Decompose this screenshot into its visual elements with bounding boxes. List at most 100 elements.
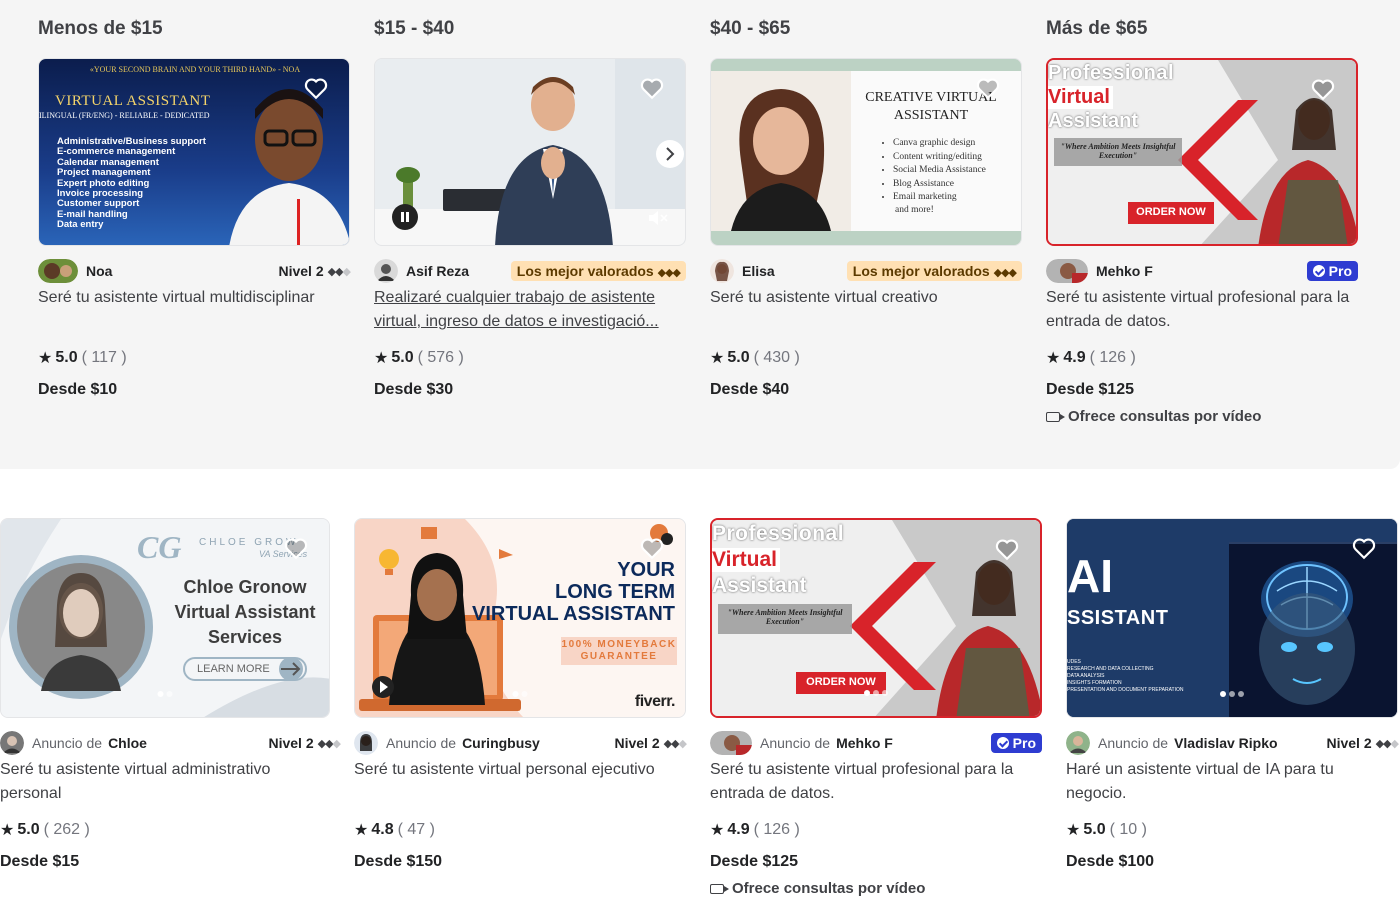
avatar[interactable] (38, 259, 78, 283)
thumb-line3: Assistant (712, 574, 807, 597)
heart-icon[interactable] (303, 75, 329, 101)
seller-row: Mehko F Pro (1046, 258, 1358, 284)
gig-thumbnail[interactable]: Professional Virtual Assistant "Where Am… (710, 518, 1042, 718)
gig-thumbnail[interactable]: AI SSISTANT UDES RESEARCH AND DATA COLLE… (1066, 518, 1398, 718)
carousel-dots[interactable] (1220, 691, 1244, 697)
gig-price[interactable]: Desde $30 (374, 378, 686, 402)
carousel-dots[interactable] (512, 691, 528, 697)
heart-icon[interactable] (639, 535, 665, 561)
gig-thumbnail[interactable]: Professional Virtual Assistant "Where Am… (1046, 58, 1358, 246)
gig-price[interactable]: Desde $125 (710, 850, 1042, 874)
seller-row: Anuncio de Mehko F Pro (710, 730, 1042, 756)
gig-title[interactable]: Haré un asistente virtual de IA para tu … (1066, 758, 1398, 806)
heart-icon[interactable] (639, 75, 665, 101)
seller-name[interactable]: Asif Reza (406, 263, 469, 279)
pause-icon[interactable] (391, 203, 419, 231)
avatar[interactable] (1046, 259, 1088, 283)
thumb-line1: Professional (712, 522, 845, 545)
next-arrow-icon[interactable] (655, 139, 685, 169)
gig-title[interactable]: Seré tu asistente virtual administrativo… (0, 758, 330, 806)
gig-price[interactable]: Desde $100 (1066, 850, 1398, 874)
gig-title[interactable]: Seré tu asistente virtual profesional pa… (1046, 286, 1358, 334)
ad-gig-card[interactable]: Professional Virtual Assistant "Where Am… (710, 518, 1042, 897)
gig-thumbnail[interactable]: CREATIVE VIRTUAL ASSISTANT Canva graphic… (710, 58, 1022, 246)
heart-icon[interactable] (283, 535, 309, 561)
verified-check-icon (996, 737, 1009, 749)
person-photo (229, 89, 349, 245)
seller-name[interactable]: Noa (86, 263, 112, 279)
thumb-line3: Assistant (1048, 110, 1139, 132)
carousel-dots[interactable] (864, 690, 888, 696)
rating: ★ 5.0( 117 ) (38, 349, 127, 367)
rating: ★ 4.8( 47 ) (354, 821, 435, 839)
thumb-heading: Chloe Gronow Virtual Assistant Services (174, 577, 316, 647)
ad-label: Anuncio de (32, 735, 103, 751)
ad-gig-card[interactable]: AI SSISTANT UDES RESEARCH AND DATA COLLE… (1066, 518, 1399, 874)
fiverr-logo: fiverr. (634, 693, 676, 710)
avatar[interactable] (374, 259, 398, 283)
thumb-line1: AI (1067, 550, 1113, 602)
gig-thumbnail[interactable]: «YOUR SECOND BRAIN AND YOUR THIRD HAND» … (38, 58, 350, 246)
gig-thumbnail[interactable]: YOUR LONG TERM VIRTUAL ASSISTANT 100% MO… (354, 518, 686, 718)
gig-price[interactable]: Desde $40 (710, 378, 1022, 402)
thumb-cta: ORDER NOW (806, 676, 876, 688)
ad-gig-card[interactable]: YOUR LONG TERM VIRTUAL ASSISTANT 100% MO… (354, 518, 687, 874)
heart-icon[interactable] (1351, 535, 1377, 561)
gig-thumbnail[interactable] (374, 58, 686, 246)
heart-icon[interactable] (1310, 76, 1336, 102)
diamonds-icon: ◆◆◆ (993, 267, 1017, 279)
avatar[interactable] (0, 731, 24, 755)
gig-title[interactable]: Seré tu asistente virtual multidisciplin… (38, 286, 350, 334)
heart-icon[interactable] (994, 536, 1020, 562)
gig-title[interactable]: Realizaré cualquier trabajo de asistente… (374, 286, 686, 334)
rating: ★ 4.9( 126 ) (710, 821, 800, 839)
level-diamonds-icon: ◆◆◆ (663, 737, 687, 750)
carousel-dots[interactable] (157, 691, 173, 697)
mute-icon[interactable] (647, 209, 669, 227)
price-range-heading: Más de $65 (1046, 18, 1148, 39)
avatar[interactable] (710, 731, 752, 755)
seller-name[interactable]: Curingbusy (462, 735, 540, 751)
video-camera-icon (1046, 411, 1065, 422)
level-diamonds-icon: ◆◆◆ (317, 737, 341, 750)
thumb-line1: Professional (1048, 62, 1175, 84)
avatar[interactable] (354, 731, 378, 755)
top-rated-badge: Los mejor valorados ◆◆◆ (510, 261, 686, 281)
thumb-service-list: Canva graphic design Content writing/edi… (883, 137, 986, 205)
thumb-line2: Virtual (1048, 86, 1113, 109)
seller-row: Anuncio de Curingbusy Nivel 2 ◆◆◆ (354, 730, 687, 756)
avatar[interactable] (1066, 731, 1090, 755)
thumb-logo: CG (137, 529, 182, 565)
gig-price[interactable]: Desde $10 (38, 378, 350, 402)
gig-price[interactable]: Desde $125 (1046, 378, 1358, 402)
thumb-more: and more! (895, 205, 934, 215)
thumb-quote: "Where Ambition Meets Insightful Executi… (727, 608, 843, 626)
gig-card[interactable]: $15 - $40 Asif Reza Los mejor valorados … (374, 14, 686, 402)
price-range-heading: $40 - $65 (710, 18, 791, 39)
avatar[interactable] (710, 259, 734, 283)
seller-level: Nivel 2 ◆◆◆ (614, 735, 687, 751)
gig-title[interactable]: Seré tu asistente virtual profesional pa… (710, 758, 1042, 806)
thumb-heading: YOUR LONG TERM VIRTUAL ASSISTANT (472, 559, 675, 625)
gig-card[interactable]: Menos de $15 «YOUR SECOND BRAIN AND YOUR… (38, 14, 351, 402)
level-diamonds-icon: ◆◆◆ (327, 265, 351, 278)
seller-name[interactable]: Vladislav Ripko (1174, 735, 1277, 751)
seller-name[interactable]: Chloe (108, 735, 147, 751)
gig-price[interactable]: Desde $15 (0, 850, 330, 874)
rating: ★ 4.9( 126 ) (1046, 349, 1136, 367)
gig-thumbnail[interactable]: CG CHLOE GROW VA Services Chloe Gronow V… (0, 518, 330, 718)
thumb-quote: "Where Ambition Meets Insightful Executi… (1060, 142, 1176, 160)
gig-price[interactable]: Desde $150 (354, 850, 686, 874)
gig-card[interactable]: $40 - $65 CREATIVE VIRTUAL ASSISTANT Can… (710, 14, 1022, 402)
ad-gig-card[interactable]: CG CHLOE GROW VA Services Chloe Gronow V… (0, 518, 341, 874)
gig-title[interactable]: Seré tu asistente virtual personal ejecu… (354, 758, 686, 806)
heart-icon[interactable] (975, 75, 1001, 101)
seller-name[interactable]: Mehko F (836, 735, 893, 751)
seller-name[interactable]: Mehko F (1096, 263, 1153, 279)
seller-name[interactable]: Elisa (742, 263, 775, 279)
price-range-heading: $15 - $40 (374, 18, 455, 39)
video-consultation: Ofrece consultas por vídeo (1046, 408, 1358, 425)
gig-card[interactable]: Más de $65 Professional Virtual Assistan… (1046, 14, 1358, 425)
thumb-small-list: UDES RESEARCH AND DATA COLLECTING DATA A… (1067, 659, 1184, 693)
gig-title[interactable]: Seré tu asistente virtual creativo (710, 286, 1022, 334)
